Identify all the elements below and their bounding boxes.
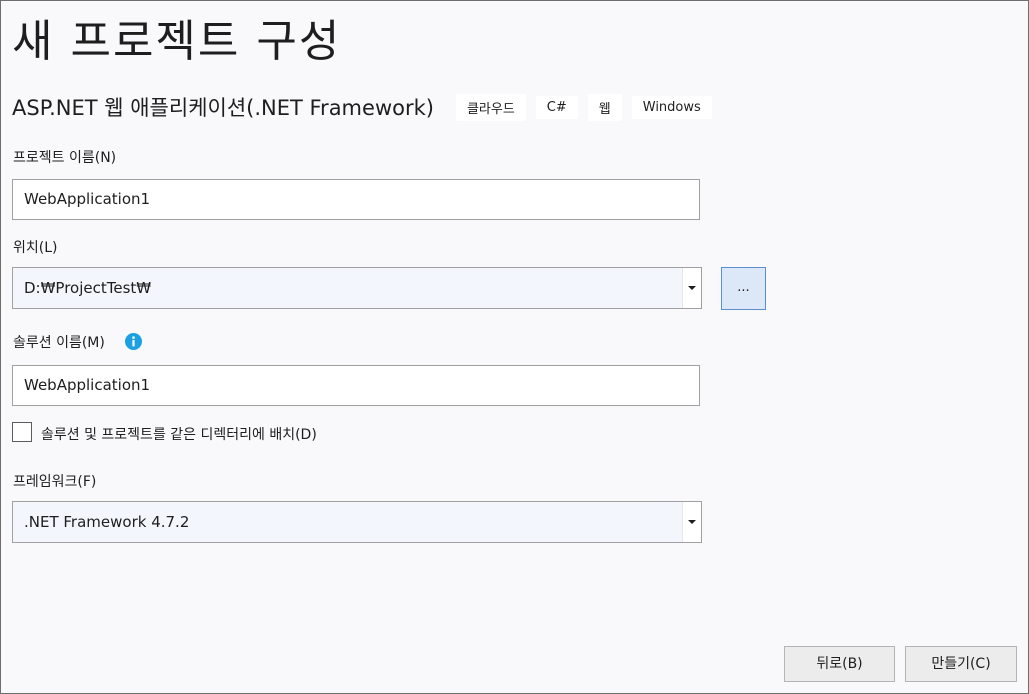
configure-project-dialog: 새 프로젝트 구성 ASP.NET 웹 애플리케이션(.NET Framewor… — [0, 0, 1029, 694]
project-name-input[interactable]: WebApplication1 — [12, 179, 700, 220]
tag-csharp: C# — [535, 95, 578, 119]
back-button[interactable]: 뒤로(B) — [784, 646, 895, 682]
page-title: 새 프로젝트 구성 — [12, 16, 342, 67]
framework-combobox[interactable]: .NET Framework 4.7.2 — [12, 501, 702, 543]
location-value: D:₩ProjectTest₩ — [24, 279, 152, 297]
browse-button[interactable]: ... — [721, 267, 766, 310]
info-icon[interactable] — [125, 333, 142, 350]
tag-web: 웹 — [587, 93, 622, 121]
location-combobox[interactable]: D:₩ProjectTest₩ — [12, 267, 702, 309]
project-name-label: 프로젝트 이름(N) — [13, 150, 117, 166]
template-header: ASP.NET 웹 애플리케이션(.NET Framework) 클라우드 C#… — [12, 93, 722, 121]
solution-name-label: 솔루션 이름(M) — [13, 335, 105, 351]
framework-value: .NET Framework 4.7.2 — [24, 513, 190, 531]
framework-dropdown-icon[interactable] — [682, 502, 701, 542]
location-dropdown-icon[interactable] — [682, 268, 701, 308]
location-label: 위치(L) — [13, 240, 58, 256]
same-directory-label[interactable]: 솔루션 및 프로젝트를 같은 디렉터리에 배치(D) — [41, 424, 317, 444]
framework-label: 프레임워크(F) — [13, 474, 97, 490]
create-button[interactable]: 만들기(C) — [905, 646, 1017, 682]
template-name: ASP.NET 웹 애플리케이션(.NET Framework) — [12, 96, 434, 120]
tag-cloud: 클라우드 — [455, 93, 526, 121]
solution-name-input[interactable]: WebApplication1 — [12, 365, 700, 406]
tag-windows: Windows — [631, 95, 712, 119]
same-directory-checkbox[interactable] — [12, 422, 32, 442]
